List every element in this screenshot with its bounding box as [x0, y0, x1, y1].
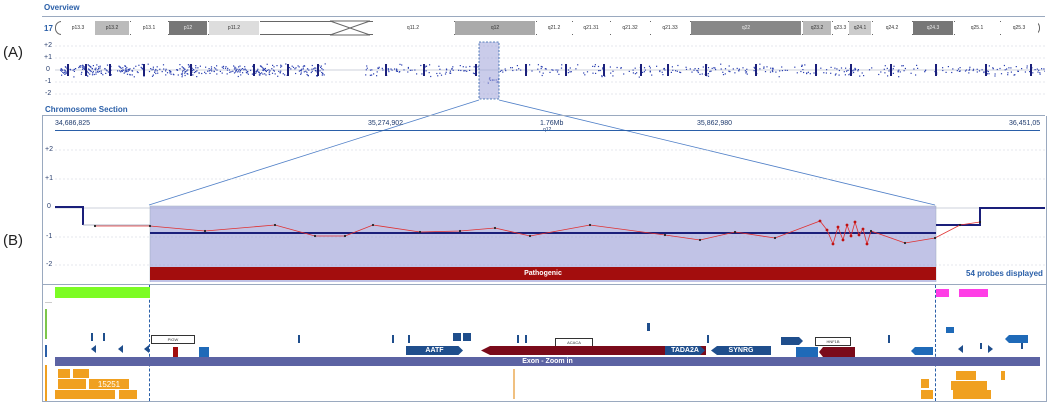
cnv-label: 15251 [89, 379, 129, 389]
section-probe-point [857, 233, 861, 237]
exon-track-bar[interactable]: Exon - Zoom in [55, 357, 1040, 366]
section-probe-point [903, 241, 907, 245]
gene-label-pigw[interactable]: PIGW [151, 335, 195, 344]
section-probe-point [493, 226, 497, 230]
section-probe-point [733, 230, 737, 234]
section-probe-point [343, 234, 347, 238]
section-probe-point [273, 223, 277, 227]
section-ytick: +2 [45, 146, 53, 153]
section-ytick: 0 [47, 203, 51, 210]
section-probe-point [698, 238, 702, 242]
section-probe-point [663, 233, 667, 237]
gene-label-acaca[interactable]: ACACA [555, 338, 593, 347]
section-probe-point [958, 223, 962, 227]
section-probe-point [836, 225, 840, 229]
section-probe-point [841, 238, 845, 242]
section-probe-point [371, 223, 375, 227]
tracks-panel: PIGW ACACA HNF1B AATF TADA2A SYNRG Exon … [42, 284, 1047, 402]
exon-label: Exon - Zoom in [522, 358, 573, 365]
cnv-track-right[interactable] [921, 371, 1041, 399]
section-panel: 34,686,825 35,274,902 1.76Mb q12 35,862,… [42, 116, 1047, 284]
coord-end: 36,451,05 [1009, 120, 1041, 127]
gene-tada2a[interactable]: TADA2A [665, 346, 705, 355]
gene-synrg[interactable]: SYNRG [711, 346, 771, 355]
variant-region[interactable] [959, 289, 988, 297]
section-probe-point [528, 234, 532, 238]
pathogenic-bar[interactable]: Pathogenic [150, 267, 936, 280]
section-probe-point [93, 224, 97, 228]
variant-region[interactable] [936, 289, 949, 297]
benign-region[interactable] [55, 287, 150, 298]
section-probe-point [818, 219, 822, 223]
coord-4: 35,862,980 [697, 120, 733, 127]
section-probe-point [845, 223, 849, 227]
cnv-track-left[interactable]: 15251 [55, 369, 140, 399]
section-ytick: +1 [45, 175, 53, 182]
section-probe-point [849, 234, 853, 238]
section-probe-point [865, 242, 869, 246]
coord-span: 1.76Mb [540, 120, 564, 127]
section-ytick: -1 [46, 233, 53, 240]
section-probe-point [418, 230, 422, 234]
section-probe-point [933, 236, 937, 240]
section-probe-point [588, 223, 592, 227]
probes-count: 54 probes displayed [966, 269, 1043, 278]
section-title: Chromosome Section [45, 105, 128, 114]
section-probe-point [203, 229, 207, 233]
section-probe-point [853, 220, 857, 224]
gene-aatf[interactable]: AATF [406, 346, 463, 355]
section-plot [55, 149, 1045, 282]
pathogenic-label: Pathogenic [524, 270, 562, 277]
section-probe-point [831, 242, 835, 246]
coord-start: 34,686,825 [55, 120, 91, 127]
section-probe-point [861, 227, 865, 231]
section-probe-point [148, 224, 152, 228]
section-ytick: -2 [46, 261, 53, 268]
section-probe-point [825, 228, 829, 232]
gene-label-hnf1b[interactable]: HNF1B [815, 337, 851, 346]
section-probe-point [773, 236, 777, 240]
section-probe-point [313, 234, 317, 238]
coord-2: 35,274,902 [368, 120, 404, 127]
section-probe-point [458, 229, 462, 233]
section-probe-point [978, 220, 982, 224]
section-probe-point [869, 229, 873, 233]
